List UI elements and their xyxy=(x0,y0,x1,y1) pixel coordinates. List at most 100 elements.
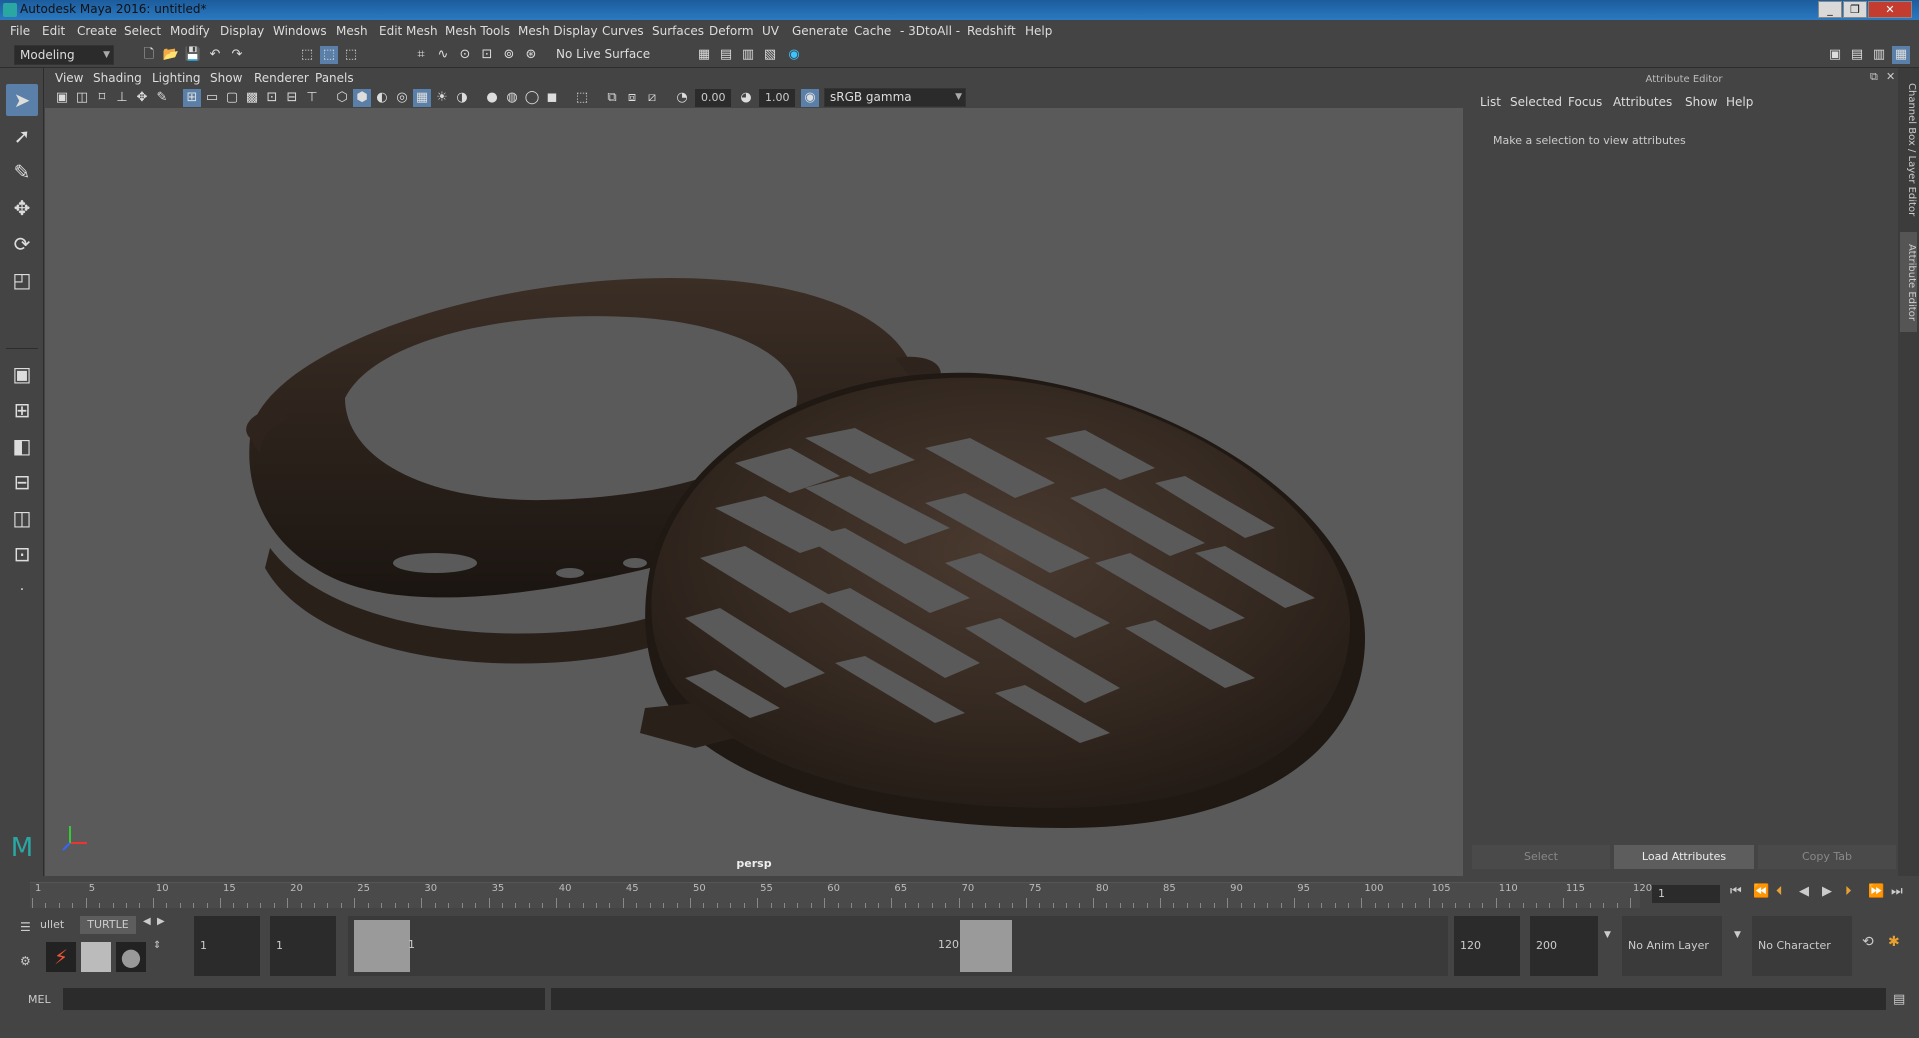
time-ruler[interactable]: 1 5 10 15 20 25 30 35 40 45 50 55 60 65 70 75 80 85 90 95 10… xyxy=(30,882,1652,908)
current-frame-field[interactable]: 1 xyxy=(1652,885,1720,903)
film-gate-icon[interactable]: ▭ xyxy=(203,89,221,107)
safe-action-icon[interactable]: ⊟ xyxy=(283,89,301,107)
rotate-tool-icon[interactable]: ⟳ xyxy=(6,228,38,260)
tab-channel-box[interactable]: Channel Box / Layer Editor xyxy=(1900,80,1917,220)
maximize-button[interactable]: ❐ xyxy=(1843,1,1867,18)
ae-menu-show[interactable]: Show xyxy=(1685,95,1717,109)
field-chart-icon[interactable]: ⊡ xyxy=(263,89,281,107)
auto-key-icon[interactable]: ⟲ xyxy=(1862,934,1874,950)
view-transform-dropdown[interactable]: sRGB gamma ▼ xyxy=(824,88,966,107)
new-scene-icon[interactable]: 🗋 xyxy=(140,46,158,64)
menu-cache[interactable]: Cache xyxy=(854,24,891,38)
undo-icon[interactable]: ↶ xyxy=(206,46,224,64)
render-view-icon[interactable]: ▦ xyxy=(695,46,713,64)
channel-box-toggle-icon[interactable]: ▦ xyxy=(1892,46,1910,64)
ae-menu-list[interactable]: List xyxy=(1480,95,1501,109)
snap-grid-icon[interactable]: ⌗ xyxy=(412,46,430,64)
gate-mask-icon[interactable]: ▩ xyxy=(243,89,261,107)
ae-menu-focus[interactable]: Focus xyxy=(1568,95,1602,109)
lasso-tool-icon[interactable]: ➚ xyxy=(6,120,38,152)
panel-menu-shading[interactable]: Shading xyxy=(93,71,142,85)
resolution-gate-icon[interactable]: ▢ xyxy=(223,89,241,107)
step-forward-key-icon[interactable]: ⏩ xyxy=(1868,884,1884,899)
four-view-layout-icon[interactable]: ⊞ xyxy=(6,394,38,426)
2d-pan-zoom-icon[interactable]: ✥ xyxy=(133,89,151,107)
step-back-key-icon[interactable]: ⏪ xyxy=(1753,884,1769,899)
menu-set-dropdown[interactable]: Modeling ▼ xyxy=(14,45,114,65)
shelf-scroll-right-icon[interactable]: ▶ xyxy=(157,916,165,927)
select-camera-icon[interactable]: ▣ xyxy=(53,89,71,107)
exposure-icon[interactable]: ◔ xyxy=(673,89,691,107)
shelf-tab-bullet[interactable]: ullet xyxy=(40,916,78,934)
xray-icon[interactable]: ⧉ xyxy=(603,89,621,107)
render-settings-icon[interactable]: ▧ xyxy=(761,46,779,64)
ipr-render-icon[interactable]: ▥ xyxy=(739,46,757,64)
turtle-bake-icon[interactable] xyxy=(81,942,111,972)
menu-uv[interactable]: UV xyxy=(762,24,779,38)
snap-live-icon[interactable]: ⊚ xyxy=(500,46,518,64)
select-hierarchy-icon[interactable]: ⬚ xyxy=(298,46,316,64)
menu-edit[interactable]: Edit xyxy=(42,24,65,38)
menu-create[interactable]: Create xyxy=(77,24,117,38)
play-forwards-icon[interactable]: ▶ xyxy=(1822,884,1832,899)
select-component-icon[interactable]: ⬚ xyxy=(342,46,360,64)
load-attributes-button[interactable]: Load Attributes xyxy=(1614,845,1754,869)
live-surface-field[interactable]: No Live Surface xyxy=(551,45,651,65)
menu-mesh-tools[interactable]: Mesh Tools xyxy=(445,24,510,38)
xray-joints-icon[interactable]: ⧄ xyxy=(643,89,661,107)
snap-vertex-icon[interactable]: ⊛ xyxy=(522,46,540,64)
safe-title-icon[interactable]: ⊤ xyxy=(303,89,321,107)
ae-select-button[interactable]: Select xyxy=(1472,845,1610,869)
turtle-render-icon[interactable]: ⚡ xyxy=(46,942,76,972)
time-slider[interactable]: 1 5 10 15 20 25 30 35 40 45 50 55 60 65 70 75 80 85 90 95 10… xyxy=(0,876,1919,912)
snap-point-icon[interactable]: ⊙ xyxy=(456,46,474,64)
range-end-handle[interactable] xyxy=(960,920,1012,972)
menu-curves[interactable]: Curves xyxy=(602,24,644,38)
exposure-field[interactable]: 0.00 xyxy=(695,89,731,107)
scene-end-field[interactable]: 200 xyxy=(1530,916,1598,976)
menu-file[interactable]: File xyxy=(10,24,30,38)
custom-layout-icon[interactable]: · xyxy=(6,574,38,606)
ae-menu-selected[interactable]: Selected xyxy=(1510,95,1562,109)
menu-generate[interactable]: Generate xyxy=(792,24,848,38)
single-perspective-layout-icon[interactable]: ▣ xyxy=(6,358,38,390)
wireframe-on-shaded-icon[interactable]: ◐ xyxy=(373,89,391,107)
menu-select[interactable]: Select xyxy=(124,24,161,38)
perspective-viewport[interactable]: persp xyxy=(45,108,1463,876)
move-tool-icon[interactable]: ✥ xyxy=(6,192,38,224)
save-scene-icon[interactable]: 💾 xyxy=(184,46,202,64)
screen-space-ao-icon[interactable]: ● xyxy=(483,89,501,107)
menu-windows[interactable]: Windows xyxy=(273,24,327,38)
menu-display[interactable]: Display xyxy=(220,24,264,38)
bookmark-icon[interactable]: ⌑ xyxy=(93,89,111,107)
grease-pencil-icon[interactable]: ✎ xyxy=(153,89,171,107)
tab-attribute-editor[interactable]: Attribute Editor xyxy=(1900,232,1917,332)
open-scene-icon[interactable]: 📂 xyxy=(162,46,180,64)
gamma-icon[interactable]: ◕ xyxy=(737,89,755,107)
turtle-surface-icon[interactable]: ● xyxy=(116,942,146,972)
ae-menu-help[interactable]: Help xyxy=(1726,95,1753,109)
smooth-shade-icon[interactable]: ⬢ xyxy=(353,89,371,107)
use-all-lights-icon[interactable]: ☀ xyxy=(433,89,451,107)
menu-edit-mesh[interactable]: Edit Mesh xyxy=(379,24,438,38)
close-button[interactable]: ✕ xyxy=(1868,1,1912,18)
modeling-toolkit-icon[interactable]: ▣ xyxy=(1826,46,1844,64)
persp-graph-layout-icon[interactable]: ⊟ xyxy=(6,466,38,498)
xray-active-components-icon[interactable]: ⧈ xyxy=(623,89,641,107)
close-panel-icon[interactable]: ✕ xyxy=(1886,70,1895,83)
redo-icon[interactable]: ↷ xyxy=(228,46,246,64)
wireframe-icon[interactable]: ⬡ xyxy=(333,89,351,107)
shelf-expand-icon[interactable]: ⇕ xyxy=(153,940,161,951)
playback-end-field[interactable]: 120 xyxy=(1454,916,1520,976)
shelf-tab-turtle[interactable]: TURTLE xyxy=(80,916,136,934)
panel-menu-renderer[interactable]: Renderer xyxy=(254,71,309,85)
menu-help[interactable]: Help xyxy=(1025,24,1052,38)
panel-menu-panels[interactable]: Panels xyxy=(315,71,354,85)
shelf-settings-icon[interactable]: ⚙ xyxy=(20,954,31,968)
ae-menu-attributes[interactable]: Attributes xyxy=(1613,95,1672,109)
image-plane-icon[interactable]: ⊥ xyxy=(113,89,131,107)
paint-select-tool-icon[interactable]: ✎ xyxy=(6,156,38,188)
gamma-field[interactable]: 1.00 xyxy=(759,89,795,107)
shelf-menu-icon[interactable]: ☰ xyxy=(20,920,31,934)
shelf-scroll-left-icon[interactable]: ◀ xyxy=(143,916,151,927)
